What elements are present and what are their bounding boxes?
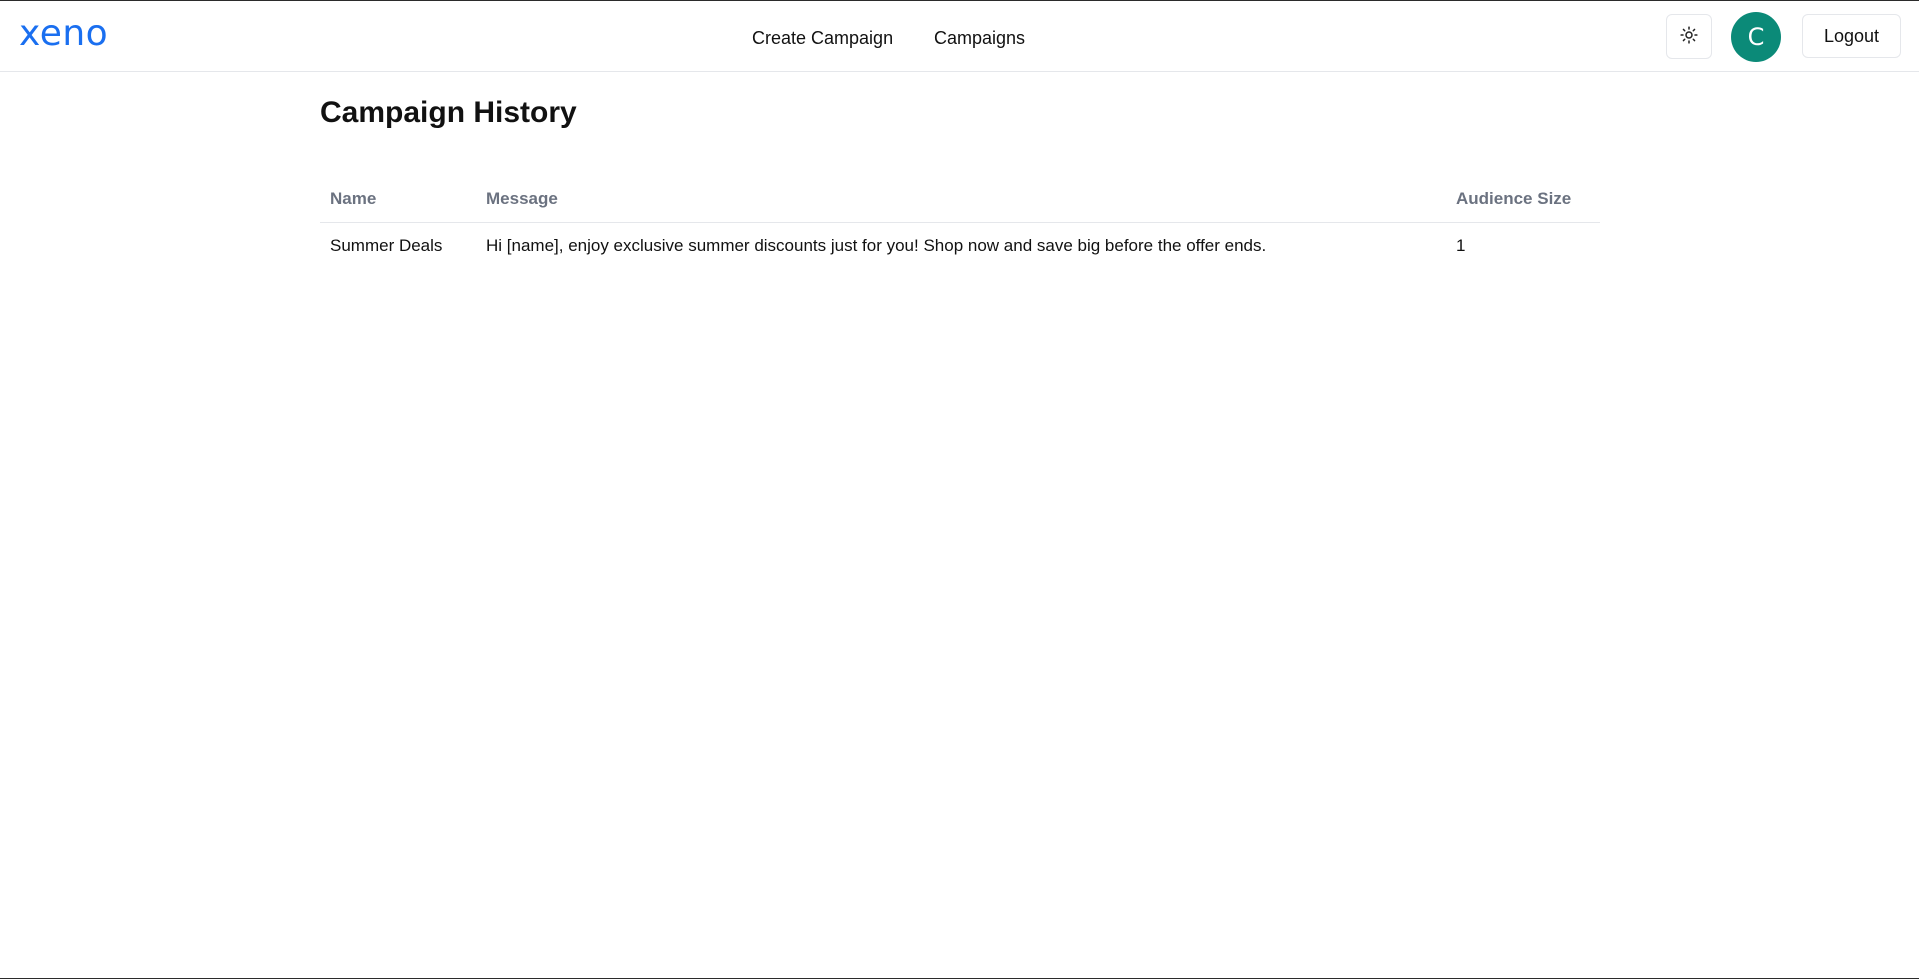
campaign-history-table: Name Message Audience Size Summer Deals …	[320, 177, 1600, 270]
page-title: Campaign History	[320, 96, 577, 129]
column-header-name: Name	[320, 177, 476, 223]
brand-logo[interactable]: xeno	[19, 11, 108, 57]
user-avatar[interactable]: C	[1731, 12, 1781, 62]
nav-campaigns[interactable]: Campaigns	[934, 26, 1025, 50]
app-window: xeno Create Campaign Campaigns C Logout …	[0, 0, 1919, 979]
column-header-message: Message	[476, 177, 1446, 223]
cell-audience-size: 1	[1456, 236, 1466, 256]
table-row: Summer Deals Hi [name], enjoy exclusive …	[320, 222, 1600, 270]
logout-button[interactable]: Logout	[1802, 14, 1901, 58]
table-header-row: Name Message Audience Size	[320, 177, 1600, 223]
cell-campaign-message: Hi [name], enjoy exclusive summer discou…	[486, 236, 1267, 256]
column-header-audience-size: Audience Size	[1446, 177, 1600, 223]
nav-create-campaign[interactable]: Create Campaign	[752, 26, 893, 50]
sun-icon	[1680, 26, 1698, 47]
cell-campaign-name: Summer Deals	[330, 236, 443, 256]
main-nav: Create Campaign Campaigns	[0, 1, 1919, 72]
top-navbar: xeno Create Campaign Campaigns C Logout	[0, 1, 1919, 72]
theme-toggle-button[interactable]	[1666, 14, 1712, 59]
